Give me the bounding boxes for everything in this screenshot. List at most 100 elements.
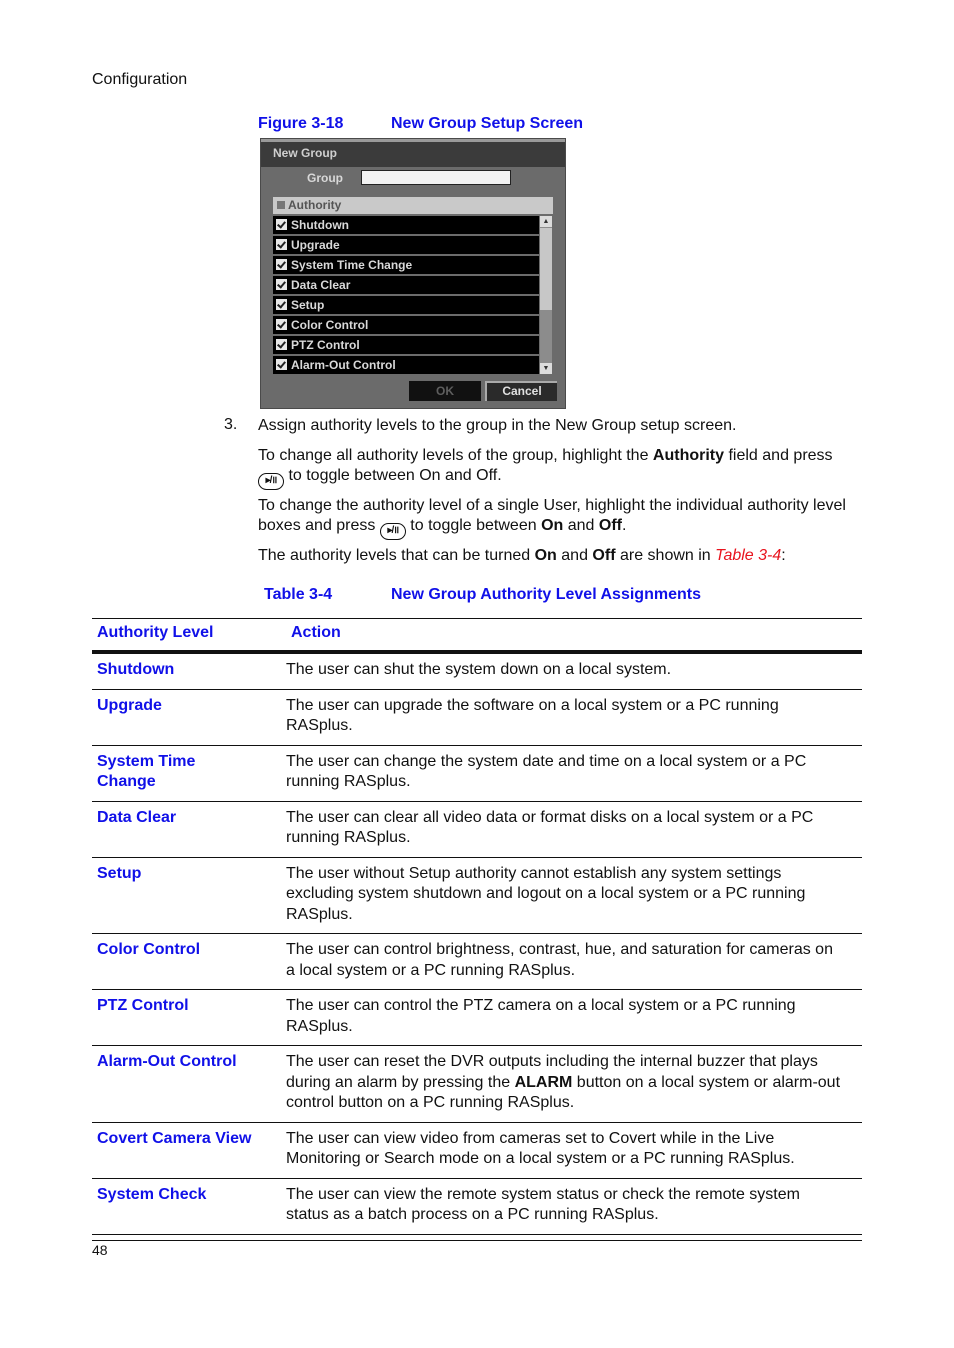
text: and (556, 547, 593, 564)
dialog-title: New Group (261, 139, 565, 167)
footer-divider (92, 1240, 862, 1241)
authority-item[interactable]: Shutdown (273, 216, 539, 234)
step-number: 3. (224, 416, 238, 433)
play-pause-toggle-icon: ▸/॥ (258, 473, 284, 490)
checkbox-checked-icon[interactable] (276, 299, 287, 310)
column-header-authority-level: Authority Level (97, 624, 214, 641)
bold-term: Off (598, 517, 622, 534)
action-cell: The user can shut the system down on a l… (286, 661, 672, 678)
bold-term: Authority (652, 447, 725, 464)
authority-item[interactable]: Upgrade (273, 236, 539, 254)
checkbox-checked-icon[interactable] (276, 339, 287, 350)
checkbox-checked-icon[interactable] (276, 319, 287, 330)
page-number: 48 (92, 1242, 108, 1258)
authority-level-cell: Covert Camera View (97, 1129, 252, 1147)
authority-table: Authority Level Action Shutdown The user … (92, 618, 862, 1235)
text: The authority levels that can be turned (258, 547, 535, 564)
action-cell: The user can clear all video data or for… (286, 808, 814, 847)
table-row: System Time Change The user can change th… (92, 746, 862, 802)
text: and (563, 517, 599, 534)
ok-button[interactable]: OK (409, 381, 481, 401)
paragraph-change-single: To change the authority level of a singl… (258, 496, 868, 540)
authority-toggle-all[interactable]: Authority (273, 197, 553, 214)
table-row: Shutdown The user can shut the system dow… (92, 654, 862, 690)
authority-item[interactable]: Data Clear (273, 276, 539, 294)
authority-level-cell: Data Clear (97, 808, 177, 826)
checkbox-checked-icon[interactable] (276, 219, 287, 230)
list-scrollbar[interactable]: ▲ ▼ (540, 216, 552, 374)
authority-item-label: System Time Change (291, 258, 413, 272)
authority-item[interactable]: System Time Change (273, 256, 539, 274)
text: : (781, 547, 786, 564)
bold-term: ALARM (514, 1073, 573, 1091)
text: To change all authority levels of the gr… (258, 447, 653, 464)
figure-title: New Group Setup Screen (391, 115, 584, 132)
action-cell: The user can control brightness, contras… (286, 941, 833, 979)
authority-item[interactable]: PTZ Control (273, 336, 539, 354)
authority-header-label: Authority (288, 198, 342, 212)
checkbox-checked-icon[interactable] (276, 359, 287, 370)
authority-level-cell: PTZ Control (97, 997, 189, 1014)
scroll-down-icon[interactable]: ▼ (540, 363, 552, 374)
authority-level-cell: Alarm-Out Control (97, 1053, 237, 1070)
table-title: New Group Authority Level Assignments (391, 586, 701, 603)
text: to toggle between On and Off. (284, 467, 502, 484)
authority-level-cell: Setup (97, 864, 142, 882)
table-header: Authority Level Action (92, 618, 862, 654)
scroll-up-icon[interactable]: ▲ (540, 216, 552, 227)
text: to toggle between (405, 517, 542, 534)
table-row: Color Control The user can control bright… (92, 934, 862, 990)
scrollbar-thumb[interactable] (540, 228, 552, 310)
running-header: Configuration (92, 71, 188, 88)
table-row: Upgrade The user can upgrade the software… (92, 690, 862, 746)
table-row: Alarm-Out Control The user can reset the … (92, 1046, 862, 1123)
table-row: Data Clear The user can clear all video d… (92, 802, 862, 858)
authority-item[interactable]: Alarm-Out Control (273, 356, 539, 374)
authority-item-label: Setup (291, 298, 325, 312)
column-header-action: Action (291, 624, 341, 641)
checkbox-checked-icon[interactable] (276, 239, 287, 250)
authority-list: Shutdown Upgrade System Time Change Data… (273, 216, 539, 376)
table-number: Table 3-4 (264, 586, 333, 603)
checkbox-checked-icon[interactable] (276, 279, 287, 290)
paragraph-table-reference: The authority levels that can be turned … (258, 546, 868, 566)
step-text: Assign authority levels to the group in … (258, 417, 737, 434)
authority-level-cell: System Check (97, 1185, 207, 1203)
authority-level-cell: Upgrade (97, 696, 162, 714)
authority-level-cell: System Time Change (97, 752, 196, 791)
group-name-input[interactable] (361, 170, 511, 185)
table-row: System Check The user can view the remote… (92, 1179, 862, 1235)
action-cell: The user can reset the DVR outputs inclu… (286, 1052, 862, 1114)
table-row: Covert Camera View The user can view vide… (92, 1123, 862, 1179)
authority-checkbox[interactable] (277, 201, 285, 209)
authority-item-label: Shutdown (291, 218, 349, 232)
action-cell: The user can upgrade the software on a l… (286, 696, 779, 735)
authority-item-label: Color Control (291, 318, 369, 332)
action-cell: The user can view the remote system stat… (286, 1185, 800, 1224)
checkbox-checked-icon[interactable] (276, 259, 287, 270)
authority-item-label: Upgrade (291, 238, 340, 252)
text: are shown in (615, 547, 716, 564)
authority-item[interactable]: Color Control (273, 316, 539, 334)
text: field and press (724, 447, 833, 464)
action-cell: The user can change the system date and … (286, 752, 807, 791)
authority-level-cell: Color Control (97, 941, 201, 958)
play-pause-toggle-icon: ▸/॥ (379, 523, 406, 540)
table-row: PTZ Control The user can control the PTZ … (92, 990, 862, 1046)
text: . (622, 517, 627, 534)
authority-item-label: Alarm-Out Control (291, 358, 396, 372)
new-group-screenshot: New Group Group Authority Shutdown Upgra… (260, 138, 566, 409)
authority-item-label: PTZ Control (291, 338, 360, 352)
cancel-button[interactable]: Cancel (485, 381, 557, 401)
table-row: Setup The user without Setup authority ca… (92, 858, 862, 934)
bold-term: On (534, 547, 557, 564)
bold-term: On (541, 517, 564, 534)
table-reference-link[interactable]: Table 3-4 (715, 547, 781, 564)
bold-term: Off (592, 547, 616, 564)
authority-item-label: Data Clear (291, 278, 351, 292)
paragraph-change-all: To change all authority levels of the gr… (258, 446, 868, 490)
authority-item[interactable]: Setup (273, 296, 539, 314)
authority-level-cell: Shutdown (97, 661, 175, 678)
action-cell: The user can control the PTZ camera on a… (286, 997, 796, 1035)
action-cell: The user without Setup authority cannot … (286, 864, 806, 923)
